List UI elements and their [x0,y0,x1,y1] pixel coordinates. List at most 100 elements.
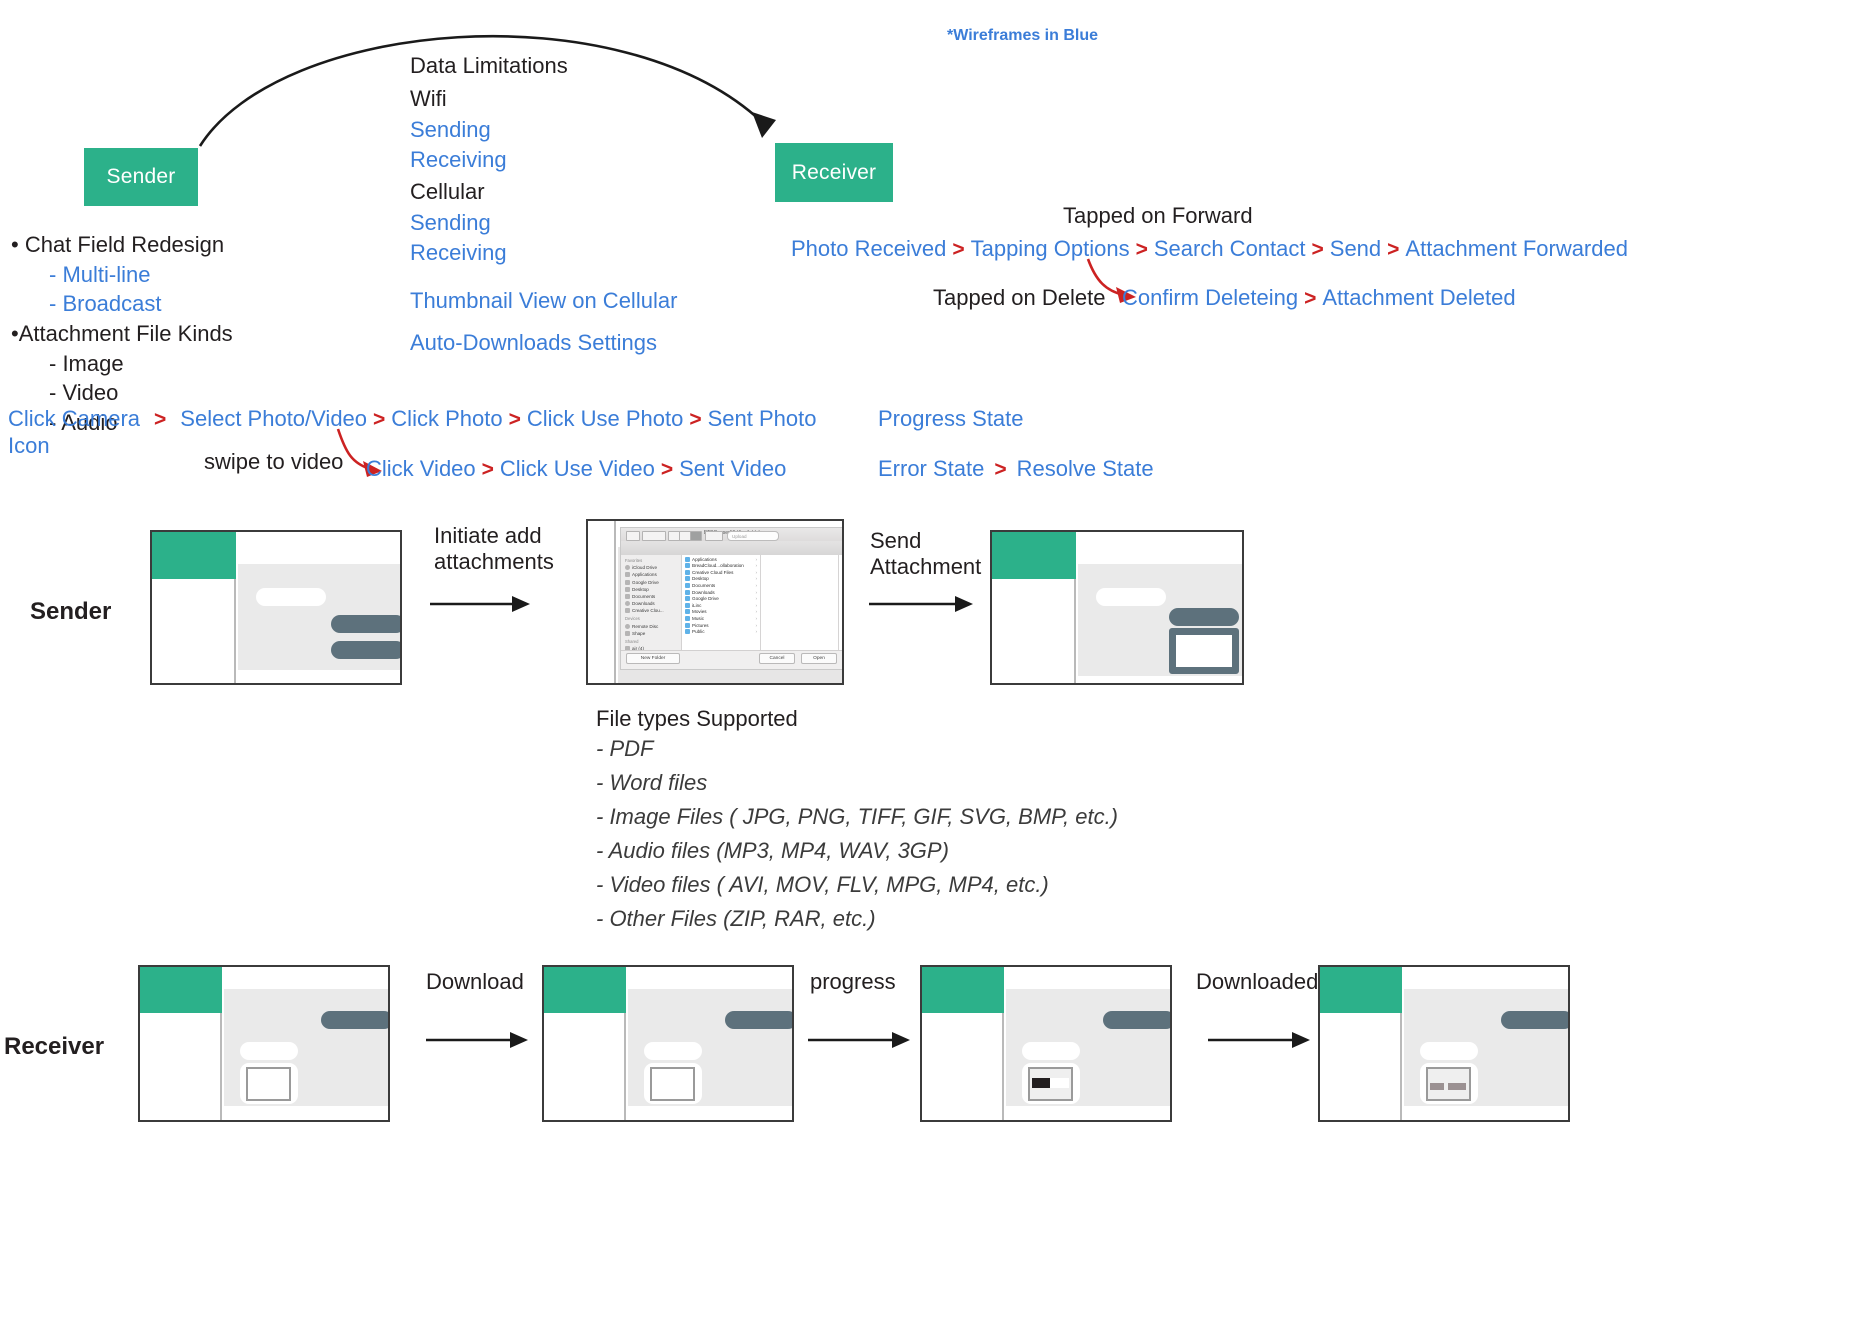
wireframe-green-header [152,532,236,579]
cellular-receiving[interactable]: Receiving [410,240,677,266]
view-icon-gallery[interactable] [690,531,702,541]
swipe-to-video-label: swipe to video [204,449,344,474]
finder-sidebar-item[interactable]: Creative Clou... [621,608,681,614]
finder-file-label: Public [692,629,705,635]
step-send[interactable]: Send [1330,236,1381,262]
wireframe-attachment-thumbnail[interactable] [246,1067,291,1101]
chevron-right-icon: › [755,622,758,628]
note-multi-line[interactable]: - Multi-line [11,262,233,288]
finder-file-row[interactable]: iLinc › [682,602,760,608]
finder-file-label: Pictures [692,622,709,628]
file-types-title: File types Supported [596,706,798,731]
finder-file-row[interactable]: Google Drive › [682,596,760,602]
wifi-sending[interactable]: Sending [410,117,677,143]
chevron-right-icon: › [755,589,758,595]
finder-file-row[interactable]: Documents › [682,582,760,588]
wireframe-attachment-thumbnail[interactable] [650,1067,695,1101]
progress-state[interactable]: Progress State [878,406,1024,432]
back-forward-icon[interactable] [642,531,666,541]
finder-file-label: Documents [692,582,716,588]
file-types-panel: File types Supported - PDF - Word files … [596,706,1118,937]
step-click-camera-icon[interactable]: Click Camera [8,406,140,432]
step-attachment-forwarded[interactable]: Attachment Forwarded [1405,236,1628,262]
finder-file-row[interactable]: Applications › [682,556,760,562]
finder-sidebar-item-label: Desktop [632,586,649,592]
new-folder-button[interactable]: New Folder [626,653,680,664]
finder-file-row[interactable]: Desktop › [682,576,760,582]
sender-node[interactable]: Sender [84,148,198,206]
step-photo-received[interactable]: Photo Received [791,236,946,262]
finder-file-row[interactable]: Downloads › [682,589,760,595]
receiver-row-label: Receiver [4,1033,105,1060]
step-attachment-deleted[interactable]: Attachment Deleted [1322,285,1515,311]
receiver-wireframe-received[interactable] [138,965,390,1122]
finder-sidebar-item[interactable]: Remote Disc [621,623,681,629]
finder-sidebar-item[interactable]: iCloud Drive [621,565,681,571]
initiate-add-attachments-line1: Initiate add [434,523,542,548]
sidebar-toggle-icon[interactable] [626,531,640,541]
flow-separator: > [1387,238,1400,261]
finder-file-row[interactable]: BreadCloud...ollaboration › [682,563,760,569]
thumbnail-view-on-cellular[interactable]: Thumbnail View on Cellular [410,288,677,314]
step-sent-photo[interactable]: Sent Photo [708,406,817,432]
finder-file-row[interactable]: Pictures › [682,622,760,628]
arrange-icon[interactable] [705,531,723,541]
finder-sidebar-item[interactable]: Shape [621,630,681,636]
step-confirm-deleting[interactable]: Confirm Deleteing [1122,285,1298,311]
flow-separator: > [994,458,1007,481]
step-search-contact[interactable]: Search Contact [1154,236,1306,262]
step-resolve-state[interactable]: Resolve State [1017,456,1154,482]
open-button[interactable]: Open [801,653,837,664]
finder-sidebar-item[interactable]: Google Drive [621,579,681,585]
finder-devices-header: Devices [625,616,640,622]
wireframe-green-header [544,967,626,1013]
step-sent-video[interactable]: Sent Video [679,456,786,482]
finder-sidebar-item[interactable]: Downloads [621,601,681,607]
finder-file-label: Desktop [692,576,709,582]
finder-sidebar-item[interactable]: Documents [621,593,681,599]
wireframe-incoming-bubble [1022,1042,1080,1060]
file-type-item: - Audio files (MP3, MP4, WAV, 3GP) [596,838,949,864]
sender-wireframe-attachment-sent[interactable] [990,530,1244,685]
finder-path-button[interactable]: Upload [727,531,779,541]
receiver-node[interactable]: Receiver [775,143,893,202]
step-error-state[interactable]: Error State [878,456,984,482]
new-folder-button-label: New Folder [640,656,666,661]
step-click-use-photo[interactable]: Click Use Photo [527,406,684,432]
wireframe-green-header [992,532,1076,579]
finder-file-row[interactable]: Creative Cloud Files › [682,569,760,575]
wifi-receiving[interactable]: Receiving [410,147,677,173]
step-click-video[interactable]: Click Video [366,456,476,482]
finder-file-row[interactable]: Movies › [682,609,760,615]
data-limitations-panel: Data Limitations Wifi Sending Receiving … [410,53,677,356]
auto-downloads-settings[interactable]: Auto-Downloads Settings [410,330,677,356]
step-click-photo[interactable]: Click Photo [391,406,502,432]
finder-sidebar-item[interactable]: Applications [621,572,681,578]
sender-wireframe-initial[interactable] [150,530,402,685]
finder-column-view[interactable]: Applications › BreadCloud...ollaboration ›… [682,555,842,651]
finder-sidebar-item[interactable]: Desktop [621,586,681,592]
cellular-sending[interactable]: Sending [410,210,677,236]
wireframe-outgoing-bubble-1 [331,615,400,633]
folder-icon [625,579,630,585]
chevron-right-icon: › [755,569,758,575]
receiver-wireframe-downloading[interactable] [542,965,794,1122]
finder-file-row[interactable]: Music › [682,615,760,621]
video-flow: Click Video > Click Use Video > Sent Vid… [366,456,786,482]
cancel-button[interactable]: Cancel [759,653,795,664]
file-type-item: - Video files ( AVI, MOV, FLV, MPG, MP4,… [596,872,1049,898]
folder-icon [685,576,690,582]
finder-sidebar-item-label: Creative Clou... [632,608,664,614]
folder-icon [685,589,690,595]
receiver-wireframe-progress[interactable] [920,965,1172,1122]
finder-sidebar-item-label: Shape [632,630,646,636]
folder-icon [685,563,690,569]
desktop-icon [625,586,630,592]
finder-dialog[interactable]: BTBC, user19 (Available) Upload Favorite… [620,527,842,670]
finder-file-row[interactable]: Public › [682,629,760,635]
wireframe-outgoing-bubble [321,1011,388,1029]
step-click-use-video[interactable]: Click Use Video [500,456,655,482]
note-broadcast[interactable]: - Broadcast [11,292,233,317]
receiver-wireframe-downloaded[interactable] [1318,965,1570,1122]
finder-sidebar-item-label: Downloads [632,601,655,607]
